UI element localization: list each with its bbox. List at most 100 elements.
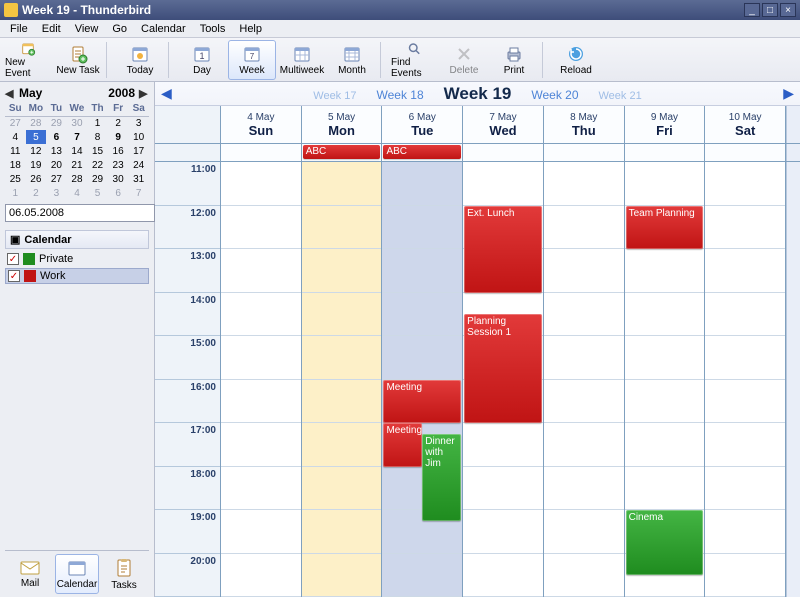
close-button[interactable]: × bbox=[780, 3, 796, 17]
event[interactable]: Dinner with Jim bbox=[422, 434, 461, 521]
allday-cell[interactable]: ABC Conference bbox=[302, 144, 383, 161]
next-week-button[interactable]: ▶ bbox=[778, 85, 794, 102]
prev-week-button[interactable]: ◀ bbox=[161, 85, 177, 102]
day-header[interactable]: 6 MayTue bbox=[382, 106, 463, 143]
prev-month-button[interactable]: ◀ bbox=[5, 87, 15, 100]
mini-day[interactable]: 20 bbox=[46, 158, 67, 172]
mini-day[interactable]: 2 bbox=[26, 186, 47, 200]
day-column[interactable] bbox=[705, 162, 786, 597]
week-tab[interactable]: Week 17 bbox=[313, 90, 356, 102]
mini-day[interactable]: 31 bbox=[128, 172, 149, 186]
tasks-tab[interactable]: Tasks bbox=[102, 554, 146, 594]
day-column[interactable] bbox=[302, 162, 383, 597]
checkbox[interactable]: ✓ bbox=[8, 270, 20, 282]
minimize-button[interactable]: _ bbox=[744, 3, 760, 17]
mini-day[interactable]: 12 bbox=[26, 144, 47, 158]
mail-tab[interactable]: Mail bbox=[8, 554, 52, 594]
day-view-button[interactable]: 1 Day bbox=[178, 40, 226, 80]
mini-day[interactable]: 26 bbox=[26, 172, 47, 186]
event[interactable]: Team Planning bbox=[626, 206, 704, 250]
menu-help[interactable]: Help bbox=[233, 22, 268, 36]
new-task-button[interactable]: New Task bbox=[54, 40, 102, 80]
allday-event[interactable]: ABC Conference bbox=[303, 145, 381, 159]
menu-go[interactable]: Go bbox=[106, 22, 133, 36]
allday-cell[interactable] bbox=[625, 144, 706, 161]
mini-day[interactable]: 18 bbox=[5, 158, 26, 172]
event[interactable]: Planning Session 1 bbox=[464, 314, 542, 423]
mini-day[interactable]: 24 bbox=[128, 158, 149, 172]
calendars-header[interactable]: ▣ Calendar bbox=[5, 230, 149, 249]
mini-day[interactable]: 21 bbox=[67, 158, 88, 172]
mini-day[interactable]: 11 bbox=[5, 144, 26, 158]
mini-day[interactable]: 5 bbox=[87, 186, 108, 200]
reload-button[interactable]: Reload bbox=[552, 40, 600, 80]
mini-day[interactable]: 22 bbox=[87, 158, 108, 172]
mini-calendar[interactable]: SuMoTuWeThFrSa27282930123456789101112131… bbox=[5, 102, 149, 200]
day-column[interactable]: Team Planning Cinema bbox=[625, 162, 706, 597]
new-event-button[interactable]: New Event bbox=[4, 40, 52, 80]
mini-day[interactable]: 14 bbox=[67, 144, 88, 158]
maximize-button[interactable]: □ bbox=[762, 3, 778, 17]
mini-day[interactable]: 4 bbox=[67, 186, 88, 200]
mini-day[interactable]: 13 bbox=[46, 144, 67, 158]
day-column[interactable] bbox=[544, 162, 625, 597]
time-grid[interactable]: 11:0012:0013:0014:0015:0016:0017:0018:00… bbox=[155, 162, 800, 597]
date-input[interactable] bbox=[5, 204, 155, 222]
find-events-button[interactable]: Find Events bbox=[390, 40, 438, 80]
day-header[interactable]: 7 MayWed bbox=[463, 106, 544, 143]
day-header[interactable]: 4 MaySun bbox=[221, 106, 302, 143]
menu-file[interactable]: File bbox=[4, 22, 34, 36]
mini-day[interactable]: 29 bbox=[87, 172, 108, 186]
day-header[interactable]: 8 MayThu bbox=[544, 106, 625, 143]
mini-day[interactable]: 7 bbox=[67, 130, 88, 144]
mini-day[interactable]: 10 bbox=[128, 130, 149, 144]
event[interactable]: Meeting bbox=[383, 423, 422, 467]
mini-day[interactable]: 8 bbox=[87, 130, 108, 144]
mini-day[interactable]: 1 bbox=[5, 186, 26, 200]
day-header[interactable]: 10 MaySat bbox=[705, 106, 786, 143]
mini-day[interactable]: 15 bbox=[87, 144, 108, 158]
menu-edit[interactable]: Edit bbox=[36, 22, 67, 36]
next-month-button[interactable]: ▶ bbox=[139, 87, 149, 100]
mini-day[interactable]: 17 bbox=[128, 144, 149, 158]
mini-day[interactable]: 16 bbox=[108, 144, 129, 158]
mini-day[interactable]: 6 bbox=[46, 130, 67, 144]
day-header[interactable]: 5 MayMon bbox=[302, 106, 383, 143]
mini-day[interactable]: 3 bbox=[46, 186, 67, 200]
event[interactable]: Cinema bbox=[626, 510, 704, 575]
menu-calendar[interactable]: Calendar bbox=[135, 22, 192, 36]
week-view-button[interactable]: 7 Week bbox=[228, 40, 276, 80]
day-column[interactable]: MeetingMeetingDinner with Jim bbox=[382, 162, 463, 597]
mini-day[interactable]: 27 bbox=[46, 172, 67, 186]
week-tab[interactable]: Week 20 bbox=[531, 88, 578, 102]
mini-day[interactable]: 19 bbox=[26, 158, 47, 172]
mini-day[interactable]: 27 bbox=[5, 116, 26, 130]
mini-day[interactable]: 30 bbox=[67, 116, 88, 130]
print-button[interactable]: Print bbox=[490, 40, 538, 80]
calendar-item[interactable]: ✓Private bbox=[5, 252, 149, 266]
multiweek-view-button[interactable]: Multiweek bbox=[278, 40, 326, 80]
event[interactable]: Ext. Lunch bbox=[464, 206, 542, 293]
calendar-tab[interactable]: Calendar bbox=[55, 554, 99, 594]
mini-day[interactable]: 23 bbox=[108, 158, 129, 172]
mini-day[interactable]: 28 bbox=[67, 172, 88, 186]
allday-event[interactable]: ABC Conference bbox=[383, 145, 461, 159]
allday-cell[interactable] bbox=[544, 144, 625, 161]
mini-day[interactable]: 28 bbox=[26, 116, 47, 130]
mini-day[interactable]: 7 bbox=[128, 186, 149, 200]
allday-cell[interactable] bbox=[705, 144, 786, 161]
mini-day[interactable]: 29 bbox=[46, 116, 67, 130]
event[interactable]: Meeting bbox=[383, 380, 461, 424]
allday-cell[interactable]: ABC Conference bbox=[382, 144, 463, 161]
day-column[interactable]: Ext. Lunch Planning Session 1 bbox=[463, 162, 544, 597]
menu-tools[interactable]: Tools bbox=[194, 22, 232, 36]
today-button[interactable]: Today bbox=[116, 40, 164, 80]
checkbox[interactable]: ✓ bbox=[7, 253, 19, 265]
scrollbar[interactable] bbox=[786, 162, 800, 597]
calendar-item[interactable]: ✓Work bbox=[5, 268, 149, 284]
mini-day[interactable]: 5 bbox=[26, 130, 47, 144]
mini-day[interactable]: 25 bbox=[5, 172, 26, 186]
week-tab[interactable]: Week 19 bbox=[444, 84, 512, 104]
allday-cell[interactable] bbox=[221, 144, 302, 161]
mini-day[interactable]: 3 bbox=[128, 116, 149, 130]
